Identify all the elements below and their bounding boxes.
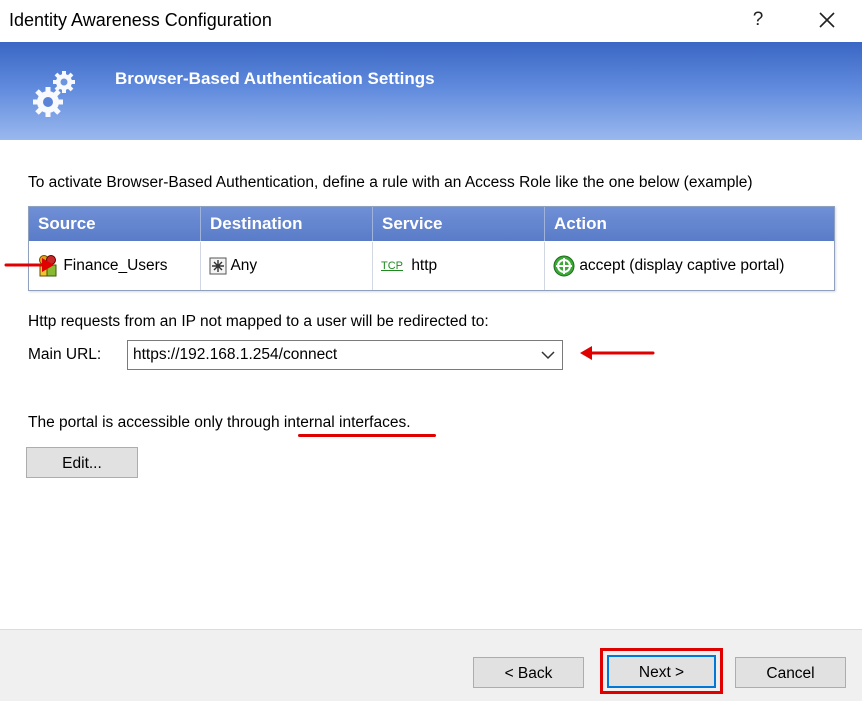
close-icon	[819, 12, 835, 28]
source-value: Finance_Users	[63, 257, 168, 274]
back-button[interactable]: < Back	[473, 657, 584, 688]
help-button[interactable]: ?	[744, 6, 772, 34]
header-source: Source	[29, 207, 201, 241]
window-title: Identity Awareness Configuration	[9, 10, 272, 30]
footer-bar	[0, 629, 862, 701]
arrow-annotation-source	[4, 258, 54, 272]
underline-annotation	[298, 434, 436, 437]
rule-table: Source Destination Service Action Financ…	[28, 206, 835, 291]
cell-service[interactable]: TCP http	[373, 242, 545, 290]
banner-title: Browser-Based Authentication Settings	[115, 69, 435, 88]
tcp-service-icon: TCP	[381, 260, 403, 272]
intro-text: To activate Browser-Based Authentication…	[28, 174, 753, 191]
arrow-annotation-url	[580, 346, 655, 360]
accept-icon	[553, 255, 575, 277]
main-url-select[interactable]: https://192.168.1.254/connect	[127, 340, 563, 370]
header-destination: Destination	[201, 207, 373, 241]
cancel-button[interactable]: Cancel	[735, 657, 846, 688]
destination-value: Any	[230, 257, 258, 274]
cell-action[interactable]: accept (display captive portal)	[545, 242, 834, 290]
edit-button[interactable]: Edit...	[26, 447, 138, 478]
header-service: Service	[373, 207, 545, 241]
chevron-down-icon[interactable]	[541, 350, 555, 360]
any-icon	[209, 257, 227, 275]
header-banner: Browser-Based Authentication Settings	[0, 42, 862, 140]
redirect-note: Http requests from an IP not mapped to a…	[28, 313, 489, 330]
header-action: Action	[545, 207, 834, 241]
next-button[interactable]: Next >	[607, 655, 716, 688]
main-url-value: https://192.168.1.254/connect	[133, 346, 338, 363]
main-url-label: Main URL:	[28, 346, 102, 363]
portal-note: The portal is accessible only through in…	[28, 414, 411, 431]
gears-icon	[33, 71, 75, 117]
cell-destination[interactable]: Any	[201, 242, 373, 290]
service-value: http	[411, 257, 438, 275]
close-button[interactable]	[810, 4, 844, 36]
action-value: accept (display captive portal)	[579, 257, 785, 274]
